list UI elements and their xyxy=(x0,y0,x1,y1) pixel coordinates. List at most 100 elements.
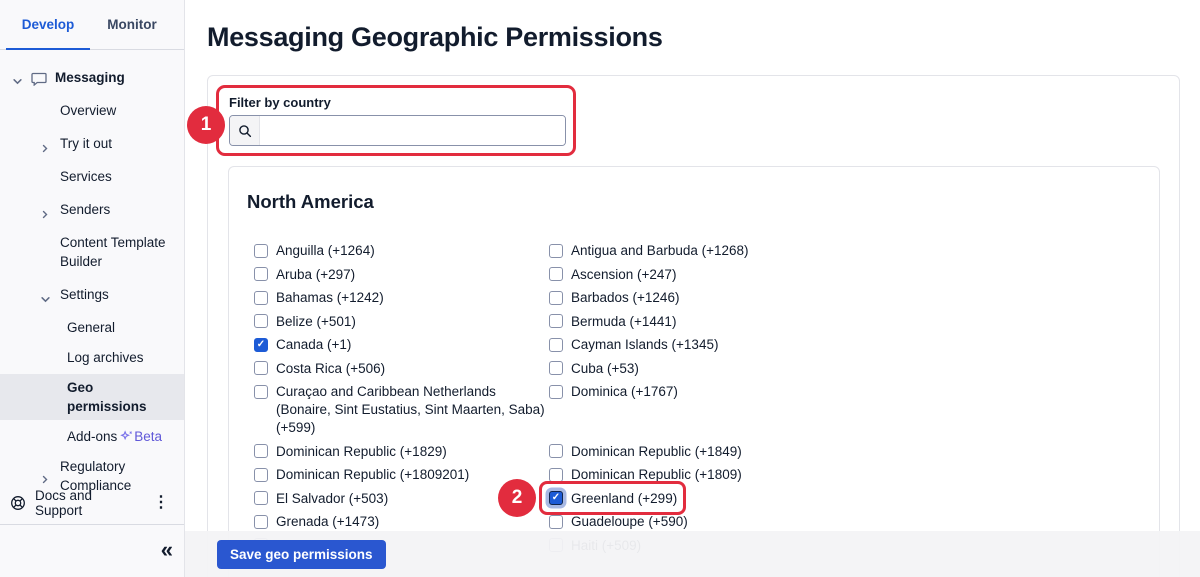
kebab-menu-icon[interactable]: ⋮ xyxy=(146,495,176,511)
country-checkbox-item[interactable]: Cayman Islands (+1345) xyxy=(549,336,844,354)
lifebuoy-icon xyxy=(10,495,26,511)
sidebar-footer: « xyxy=(0,524,184,577)
sidebar-tab-bar: Develop Monitor xyxy=(0,0,184,50)
country-checkbox-item[interactable]: Barbados (+1246) xyxy=(549,289,844,307)
checkbox-unchecked[interactable] xyxy=(254,267,268,281)
country-label: Dominican Republic (+1809) xyxy=(571,466,742,484)
save-footer-bar: Save geo permissions xyxy=(185,531,1200,577)
chat-bubble-icon xyxy=(31,72,47,89)
sidebar-item-overview[interactable]: Overview xyxy=(0,101,184,120)
checkbox-checked[interactable]: ✓ xyxy=(254,338,268,352)
country-checkbox-item[interactable]: Dominican Republic (+1809201) xyxy=(254,466,549,484)
region-title: North America xyxy=(247,191,374,213)
checkbox-unchecked[interactable] xyxy=(549,444,563,458)
country-label: Antigua and Barbuda (+1268) xyxy=(571,242,749,260)
checkbox-unchecked[interactable] xyxy=(549,385,563,399)
chevron-right-icon xyxy=(41,139,49,158)
checkbox-unchecked[interactable] xyxy=(254,314,268,328)
checkbox-unchecked[interactable] xyxy=(549,468,563,482)
country-checkbox-item[interactable]: Grenada (+1473) xyxy=(254,513,549,531)
checkbox-unchecked[interactable] xyxy=(254,244,268,258)
checkbox-unchecked[interactable] xyxy=(254,491,268,505)
checkbox-unchecked[interactable] xyxy=(549,515,563,529)
chevron-right-icon xyxy=(41,470,49,489)
checkbox-unchecked[interactable] xyxy=(254,361,268,375)
checkbox-unchecked[interactable] xyxy=(549,338,563,352)
checkbox-unchecked[interactable] xyxy=(254,515,268,529)
country-label: Costa Rica (+506) xyxy=(276,360,385,378)
checkbox-unchecked[interactable] xyxy=(549,361,563,375)
country-checkbox-item[interactable]: Bermuda (+1441) xyxy=(549,313,844,331)
checkbox-unchecked[interactable] xyxy=(254,385,268,399)
checkbox-unchecked[interactable] xyxy=(549,291,563,305)
checkbox-unchecked[interactable] xyxy=(254,468,268,482)
country-label: Barbados (+1246) xyxy=(571,289,679,307)
collapse-sidebar-icon[interactable]: « xyxy=(161,537,171,563)
country-checkbox-item[interactable]: ✓Greenland (+299)2 xyxy=(549,490,844,508)
country-label: Dominican Republic (+1829) xyxy=(276,443,447,461)
tab-develop[interactable]: Develop xyxy=(6,0,90,49)
sidebar-item-try-it-out[interactable]: Try it out xyxy=(0,134,184,153)
country-label: Aruba (+297) xyxy=(276,266,355,284)
country-checkbox-item[interactable]: Dominican Republic (+1849) xyxy=(549,443,844,461)
north-america-card: North America Anguilla (+1264) Antigua an… xyxy=(228,166,1160,577)
country-checkbox-item[interactable]: Dominican Republic (+1829) xyxy=(254,443,549,461)
sidebar-item-senders[interactable]: Senders xyxy=(0,200,184,219)
country-label: Dominica (+1767) xyxy=(571,383,678,401)
country-label: Guadeloupe (+590) xyxy=(571,513,688,531)
filter-country-search-box xyxy=(229,115,566,146)
page-title: Messaging Geographic Permissions xyxy=(207,22,663,53)
checkbox-unchecked[interactable] xyxy=(549,314,563,328)
sidebar-item-geo-permissions[interactable]: Geo permissions xyxy=(0,374,184,420)
country-checkbox-item[interactable]: Antigua and Barbuda (+1268) xyxy=(549,242,844,260)
country-checkbox-item[interactable]: Belize (+501) xyxy=(254,313,549,331)
sidebar: Develop Monitor Messaging Overview Try i… xyxy=(0,0,185,577)
sidebar-group-messaging[interactable]: Messaging xyxy=(0,68,184,101)
sidebar-item-label: Add-ons xyxy=(67,427,117,446)
country-label: Canada (+1) xyxy=(276,336,351,354)
country-label: Cuba (+53) xyxy=(571,360,639,378)
country-label: El Salvador (+503) xyxy=(276,490,388,508)
sidebar-item-add-ons[interactable]: Add-ons Beta xyxy=(0,427,184,446)
filter-country-input[interactable] xyxy=(260,116,565,145)
chevron-down-icon xyxy=(13,74,22,89)
country-label: Grenada (+1473) xyxy=(276,513,379,531)
sidebar-item-content-template-builder[interactable]: Content Template Builder xyxy=(0,233,184,271)
checkbox-unchecked[interactable] xyxy=(549,244,563,258)
geo-permissions-card: 1 Filter by country North America Anguil… xyxy=(207,75,1180,577)
country-label: Bermuda (+1441) xyxy=(571,313,676,331)
country-checkbox-item[interactable]: Costa Rica (+506) xyxy=(254,360,549,378)
country-checkbox-item[interactable]: Ascension (+247) xyxy=(549,266,844,284)
country-label: Cayman Islands (+1345) xyxy=(571,336,718,354)
country-checkbox-item[interactable]: Aruba (+297) xyxy=(254,266,549,284)
country-checkbox-item[interactable]: Anguilla (+1264) xyxy=(254,242,549,260)
country-checkbox-item[interactable]: El Salvador (+503) xyxy=(254,490,549,508)
country-checkbox-item[interactable]: Dominican Republic (+1809) xyxy=(549,466,844,484)
tab-monitor[interactable]: Monitor xyxy=(90,0,174,49)
country-label: Belize (+501) xyxy=(276,313,356,331)
sparkle-icon xyxy=(120,430,133,443)
checkbox-checked[interactable]: ✓ xyxy=(549,491,563,505)
country-checkbox-item[interactable]: Bahamas (+1242) xyxy=(254,289,549,307)
country-label: Curaçao and Caribbean Netherlands (Bonai… xyxy=(276,383,549,437)
country-checkbox-item[interactable]: Cuba (+53) xyxy=(549,360,844,378)
sidebar-item-services[interactable]: Services xyxy=(0,167,184,186)
sidebar-item-docs-and-support[interactable]: Docs and Support ⋮ xyxy=(0,489,184,517)
sidebar-item-label: Settings xyxy=(60,287,109,302)
checkbox-unchecked[interactable] xyxy=(549,267,563,281)
main-content: Messaging Geographic Permissions 1 Filte… xyxy=(185,0,1200,577)
sidebar-item-settings[interactable]: Settings xyxy=(0,285,184,304)
country-label: Bahamas (+1242) xyxy=(276,289,384,307)
checkbox-unchecked[interactable] xyxy=(254,444,268,458)
sidebar-item-general[interactable]: General xyxy=(0,318,184,337)
country-checkbox-item[interactable]: Guadeloupe (+590) xyxy=(549,513,844,531)
sidebar-item-log-archives[interactable]: Log archives xyxy=(0,348,184,367)
checkbox-unchecked[interactable] xyxy=(254,291,268,305)
docs-and-support-label: Docs and Support xyxy=(35,488,137,518)
country-label: Greenland (+299) xyxy=(571,490,677,508)
country-checkbox-item[interactable]: Dominica (+1767) xyxy=(549,383,844,437)
screen: Develop Monitor Messaging Overview Try i… xyxy=(0,0,1200,577)
save-geo-permissions-button[interactable]: Save geo permissions xyxy=(217,540,386,569)
country-checkbox-item[interactable]: ✓ Canada (+1) xyxy=(254,336,549,354)
country-checkbox-item[interactable]: Curaçao and Caribbean Netherlands (Bonai… xyxy=(254,383,549,437)
